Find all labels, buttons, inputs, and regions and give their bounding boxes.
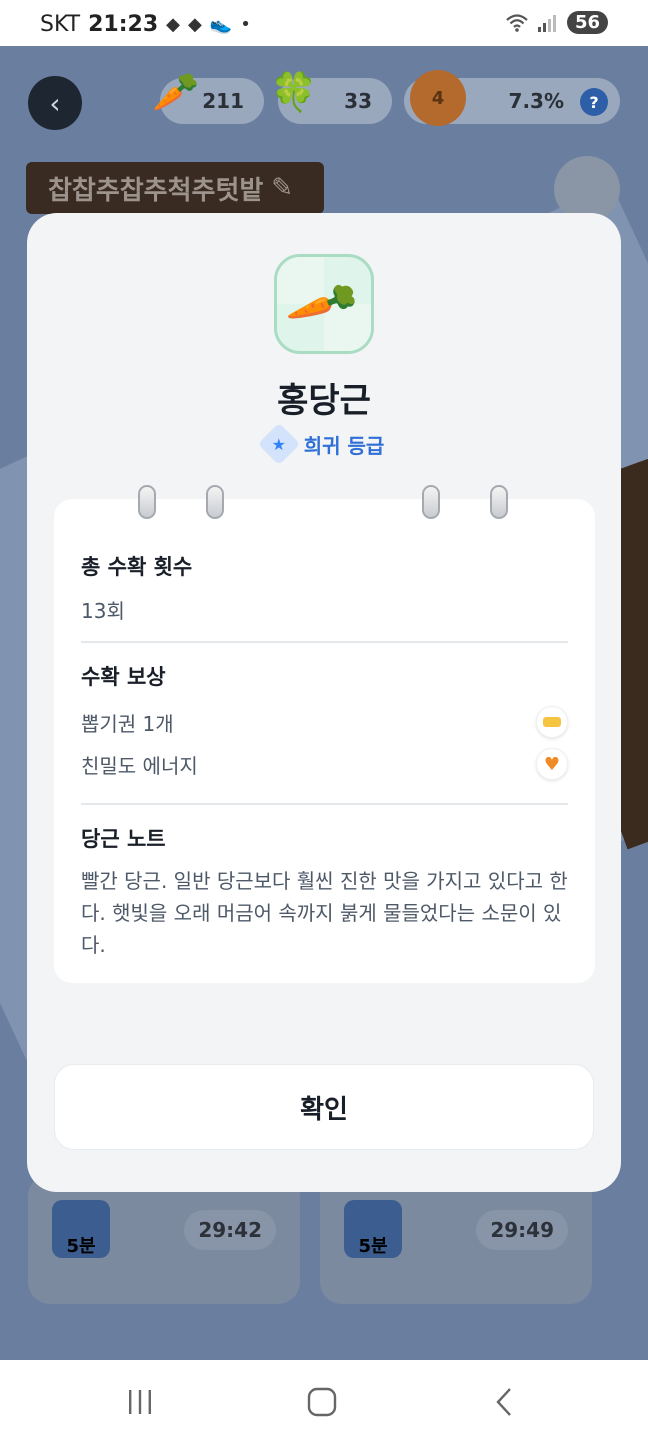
- section-title: 총 수확 횟수: [81, 555, 193, 579]
- battery-badge: 56: [566, 11, 608, 34]
- field-name-label[interactable]: 찹찹추찹추척추텃밭 ✎: [26, 162, 324, 214]
- pencil-icon: ✎: [271, 173, 294, 203]
- back-button[interactable]: ‹: [28, 76, 82, 130]
- help-button[interactable]: ?: [580, 88, 608, 116]
- heart-icon: ♥: [536, 748, 568, 780]
- grade-label: 희귀 등급: [303, 433, 385, 458]
- rewards-section: 수확 보상 뽑기권 1개 친밀도 에너지 ♥: [81, 661, 568, 785]
- status-left: SKT 21:23 ◆ ◆ 👟 •: [40, 12, 251, 37]
- water-drop-icon: 5분: [52, 1200, 110, 1258]
- ticket-icon: [536, 706, 568, 738]
- carrier: SKT: [40, 12, 81, 37]
- carrot-counter: 🥕 211: [152, 70, 264, 124]
- carrot-icon: 🥕: [152, 70, 200, 114]
- binder-ring: [490, 485, 508, 519]
- note-section: 당근 노트 빨간 당근. 일반 당근보다 훨씬 진한 맛을 가지고 있다고 한다…: [81, 823, 568, 961]
- shoe-icon: 👟: [209, 14, 233, 35]
- clock: 21:23: [88, 12, 159, 37]
- grade-badge: ★ 희귀 등급: [27, 422, 621, 466]
- dot-icon: •: [240, 14, 251, 35]
- notification-icon: ◆: [166, 14, 180, 35]
- home-icon[interactable]: [302, 1382, 342, 1422]
- harvest-count-value: 13회: [81, 599, 125, 623]
- plot-card[interactable]: 5분 29:49: [320, 1174, 592, 1304]
- section-title: 수확 보상: [81, 665, 166, 689]
- plot-timer: 29:42: [184, 1210, 276, 1250]
- status-bar: SKT 21:23 ◆ ◆ 👟 • 56: [0, 0, 648, 46]
- progress-percent: 7.3%: [508, 89, 564, 113]
- divider: [81, 641, 568, 643]
- star-icon: ★: [257, 422, 300, 466]
- plot-card[interactable]: 5분 29:42: [28, 1174, 300, 1304]
- harvest-count-section: 총 수확 횟수 13회: [81, 551, 568, 624]
- section-title: 당근 노트: [81, 827, 166, 851]
- note-text: 빨간 당근. 일반 당근보다 훨씬 진한 맛을 가지고 있다고 한다. 햇빛을 …: [81, 869, 568, 957]
- carrot-icon: 🥕: [283, 265, 365, 344]
- reward-label: 뽑기권 1개: [81, 711, 174, 736]
- info-card: 총 수확 횟수 13회 수확 보상 뽑기권 1개 친밀도 에너지 ♥ 당근 노트…: [54, 485, 595, 983]
- item-detail-modal: 🥕 홍당근 ★ 희귀 등급 총 수확 횟수 13회 수확 보상 뽑기권 1개 친…: [27, 213, 621, 1192]
- water-drop-icon: 5분: [344, 1200, 402, 1258]
- clover-counter: 🍀 33: [270, 70, 392, 124]
- back-icon[interactable]: [484, 1382, 524, 1422]
- recent-apps-icon[interactable]: [120, 1382, 160, 1422]
- item-icon: 🥕: [274, 254, 374, 354]
- field-name: 찹찹추찹추척추텃밭: [48, 175, 264, 206]
- confirm-button[interactable]: 확인: [54, 1064, 594, 1150]
- heart-level-icon: 4: [410, 70, 466, 126]
- signal-icon: [537, 13, 559, 33]
- reward-row: 뽑기권 1개: [81, 701, 568, 743]
- water-label: 5분: [358, 1236, 388, 1257]
- reward-label: 친밀도 에너지: [81, 753, 198, 778]
- binder-ring: [422, 485, 440, 519]
- clover-icon: 🍀: [270, 70, 318, 114]
- binder-ring: [206, 485, 224, 519]
- heart-level: 4: [431, 87, 445, 109]
- reward-row: 친밀도 에너지 ♥: [81, 743, 568, 785]
- wifi-icon: [505, 13, 529, 33]
- binder-ring: [138, 485, 156, 519]
- divider: [81, 803, 568, 805]
- water-label: 5분: [66, 1236, 96, 1257]
- notification-icon: ◆: [188, 14, 202, 35]
- affinity-progress: 4 7.3% ?: [404, 70, 620, 126]
- navigation-bar: [0, 1360, 648, 1440]
- item-title: 홍당근: [277, 381, 371, 421]
- carrot-count: 211: [202, 89, 244, 113]
- plot-timer: 29:49: [476, 1210, 568, 1250]
- status-right: 56: [505, 11, 608, 34]
- clover-count: 33: [344, 89, 372, 113]
